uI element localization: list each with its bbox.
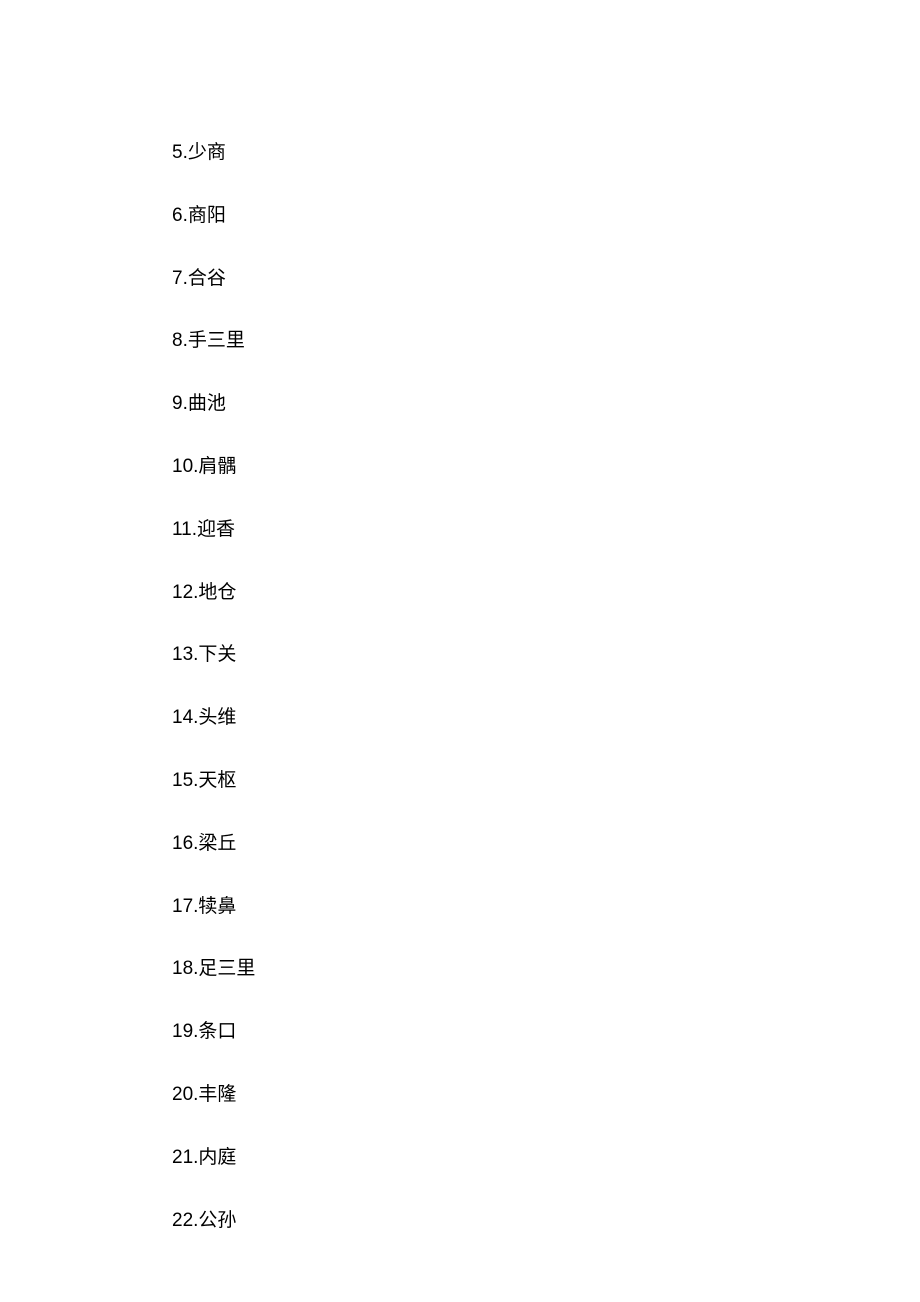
- item-number: 15: [172, 770, 193, 791]
- item-name: 丰隆: [198, 1084, 236, 1105]
- list-item: 5.少商: [172, 142, 920, 165]
- item-number: 22: [172, 1210, 193, 1231]
- item-number: 18: [172, 958, 193, 979]
- item-number: 7: [172, 268, 183, 289]
- list-item: 11.迎香: [172, 519, 920, 542]
- item-name: 公孙: [198, 1210, 236, 1231]
- list-item: 12.地仓: [172, 582, 920, 605]
- item-number: 6: [172, 205, 183, 226]
- item-number: 12: [172, 582, 193, 603]
- item-name: 曲池: [188, 393, 226, 414]
- list-item: 10.肩髃: [172, 456, 920, 479]
- item-name: 手三里: [188, 330, 245, 351]
- list-item: 18.足三里: [172, 958, 920, 981]
- list-item: 21.内庭: [172, 1147, 920, 1170]
- list-item: 22.公孙: [172, 1210, 920, 1233]
- item-number: 17: [172, 896, 193, 917]
- list-item: 17.犊鼻: [172, 896, 920, 919]
- item-name: 犊鼻: [198, 896, 236, 917]
- item-name: 足三里: [198, 958, 255, 979]
- item-number: 9: [172, 393, 183, 414]
- item-number: 11: [172, 519, 192, 540]
- item-name: 头维: [198, 707, 236, 728]
- list-item: 19.条口: [172, 1021, 920, 1044]
- item-name: 迎香: [197, 519, 235, 540]
- item-name: 内庭: [198, 1147, 236, 1168]
- item-name: 下关: [198, 644, 236, 665]
- item-number: 13: [172, 644, 193, 665]
- item-number: 21: [172, 1147, 193, 1168]
- list-item: 8.手三里: [172, 330, 920, 353]
- list-item: 6.商阳: [172, 205, 920, 228]
- item-name: 合谷: [188, 268, 226, 289]
- item-name: 肩髃: [198, 456, 236, 477]
- item-name: 天枢: [198, 770, 236, 791]
- item-name: 梁丘: [198, 833, 236, 854]
- list-item: 13.下关: [172, 644, 920, 667]
- item-number: 19: [172, 1021, 193, 1042]
- item-number: 10: [172, 456, 193, 477]
- list-item: 16.梁丘: [172, 833, 920, 856]
- list-item: 20.丰隆: [172, 1084, 920, 1107]
- list-item: 7.合谷: [172, 268, 920, 291]
- item-number: 16: [172, 833, 193, 854]
- list-container: 5.少商 6.商阳 7.合谷 8.手三里 9.曲池 10.肩髃 11.迎香 12…: [172, 142, 920, 1232]
- item-name: 商阳: [188, 205, 226, 226]
- item-number: 8: [172, 330, 183, 351]
- item-name: 地仓: [198, 582, 236, 603]
- item-number: 5: [172, 142, 183, 163]
- item-number: 14: [172, 707, 193, 728]
- list-item: 9.曲池: [172, 393, 920, 416]
- item-name: 条口: [198, 1021, 236, 1042]
- list-item: 14.头维: [172, 707, 920, 730]
- list-item: 15.天枢: [172, 770, 920, 793]
- item-name: 少商: [188, 142, 226, 163]
- item-number: 20: [172, 1084, 193, 1105]
